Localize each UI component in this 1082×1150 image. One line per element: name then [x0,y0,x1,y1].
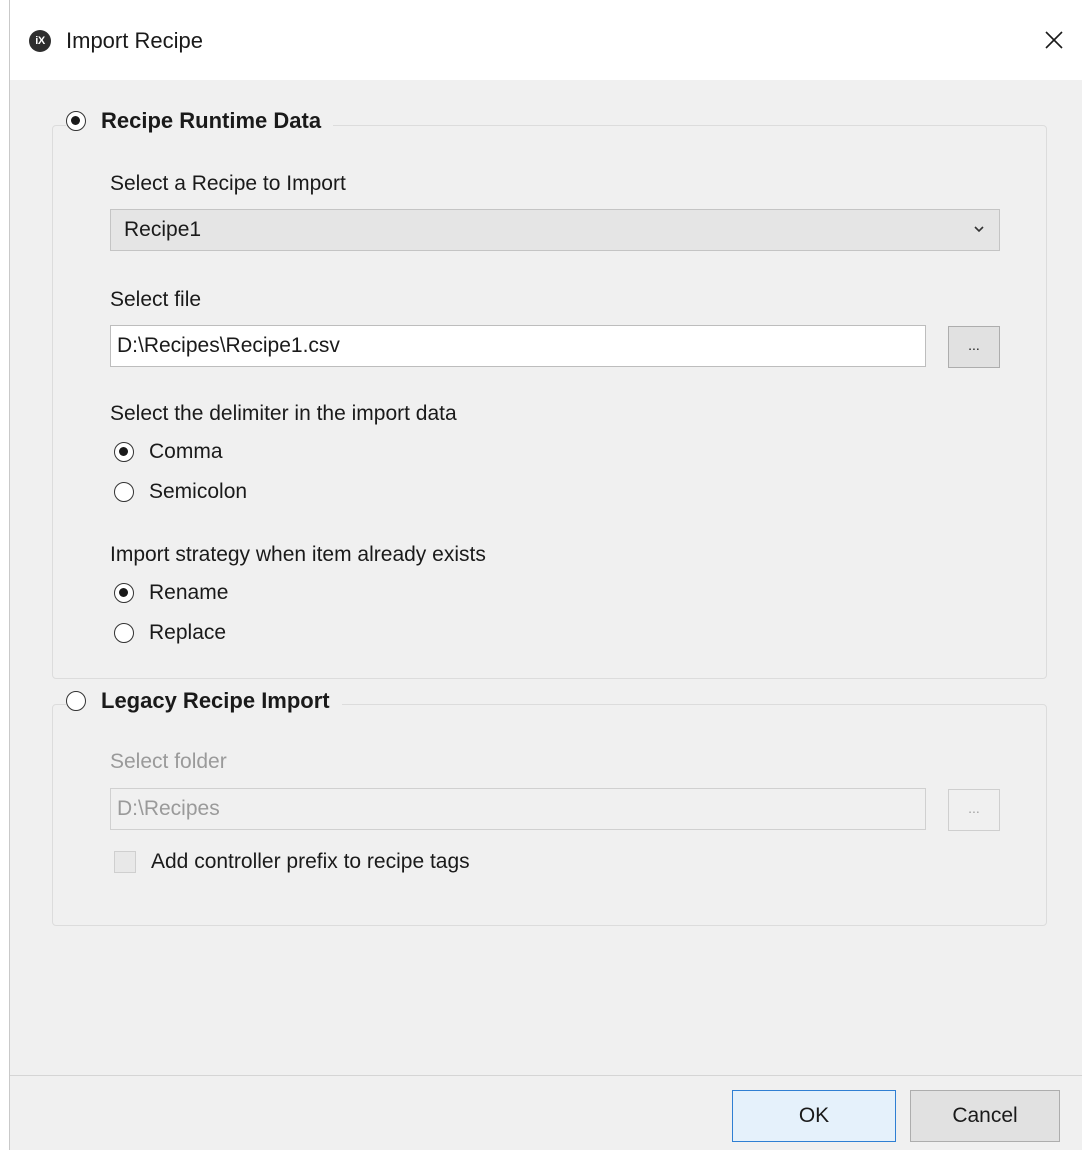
controller-prefix-checkbox[interactable] [114,851,136,873]
close-icon [1045,31,1063,49]
window-title: Import Recipe [66,28,203,53]
radio-semicolon[interactable]: Semicolon [114,480,247,504]
chevron-down-icon [974,226,984,233]
file-select-label: Select file [110,288,202,311]
controller-prefix-label: Add controller prefix to recipe tags [151,850,470,873]
folder-select-label: Select folder [110,750,227,773]
radio-comma-label: Comma [149,440,223,463]
strategy-label: Import strategy when item already exists [110,543,486,566]
title-bar: iX Import Recipe [10,0,1082,80]
file-path-input[interactable]: D:\Recipes\Recipe1.csv [110,325,926,367]
runtime-data-label: Recipe Runtime Data [101,108,322,133]
folder-path-input[interactable]: D:\Recipes [110,788,926,830]
recipe-select-label: Select a Recipe to Import [110,172,346,195]
legacy-import-radio-circle[interactable] [66,691,86,711]
recipe-select-value: Recipe1 [124,218,202,241]
radio-semicolon-label: Semicolon [149,480,248,503]
cancel-button[interactable]: Cancel [910,1090,1060,1142]
legacy-import-label: Legacy Recipe Import [101,688,330,713]
folder-browse-button[interactable]: ... [948,789,1000,831]
radio-replace-label: Replace [149,621,227,644]
footer-divider [10,1075,1082,1076]
radio-comma-circle[interactable] [114,442,134,462]
delimiter-label: Select the delimiter in the import data [110,402,457,425]
app-icon: iX [29,30,51,52]
runtime-data-radio[interactable]: Recipe Runtime Data [66,108,334,134]
runtime-data-radio-circle[interactable] [66,111,86,131]
recipe-select-dropdown[interactable]: Recipe1 [110,209,1000,251]
radio-comma[interactable]: Comma [114,440,223,464]
radio-rename-circle[interactable] [114,583,134,603]
radio-rename-label: Rename [149,581,229,604]
ok-button[interactable]: OK [732,1090,896,1142]
close-button[interactable] [1026,12,1082,68]
import-recipe-dialog: iX Import Recipe Recipe Runtime Data Sel… [9,0,1082,1150]
radio-rename[interactable]: Rename [114,581,228,605]
radio-replace[interactable]: Replace [114,621,226,645]
legacy-import-radio[interactable]: Legacy Recipe Import [66,688,342,714]
radio-replace-circle[interactable] [114,623,134,643]
controller-prefix-checkbox-row[interactable]: Add controller prefix to recipe tags [114,850,470,874]
file-browse-button[interactable]: ... [948,326,1000,368]
radio-semicolon-circle[interactable] [114,482,134,502]
